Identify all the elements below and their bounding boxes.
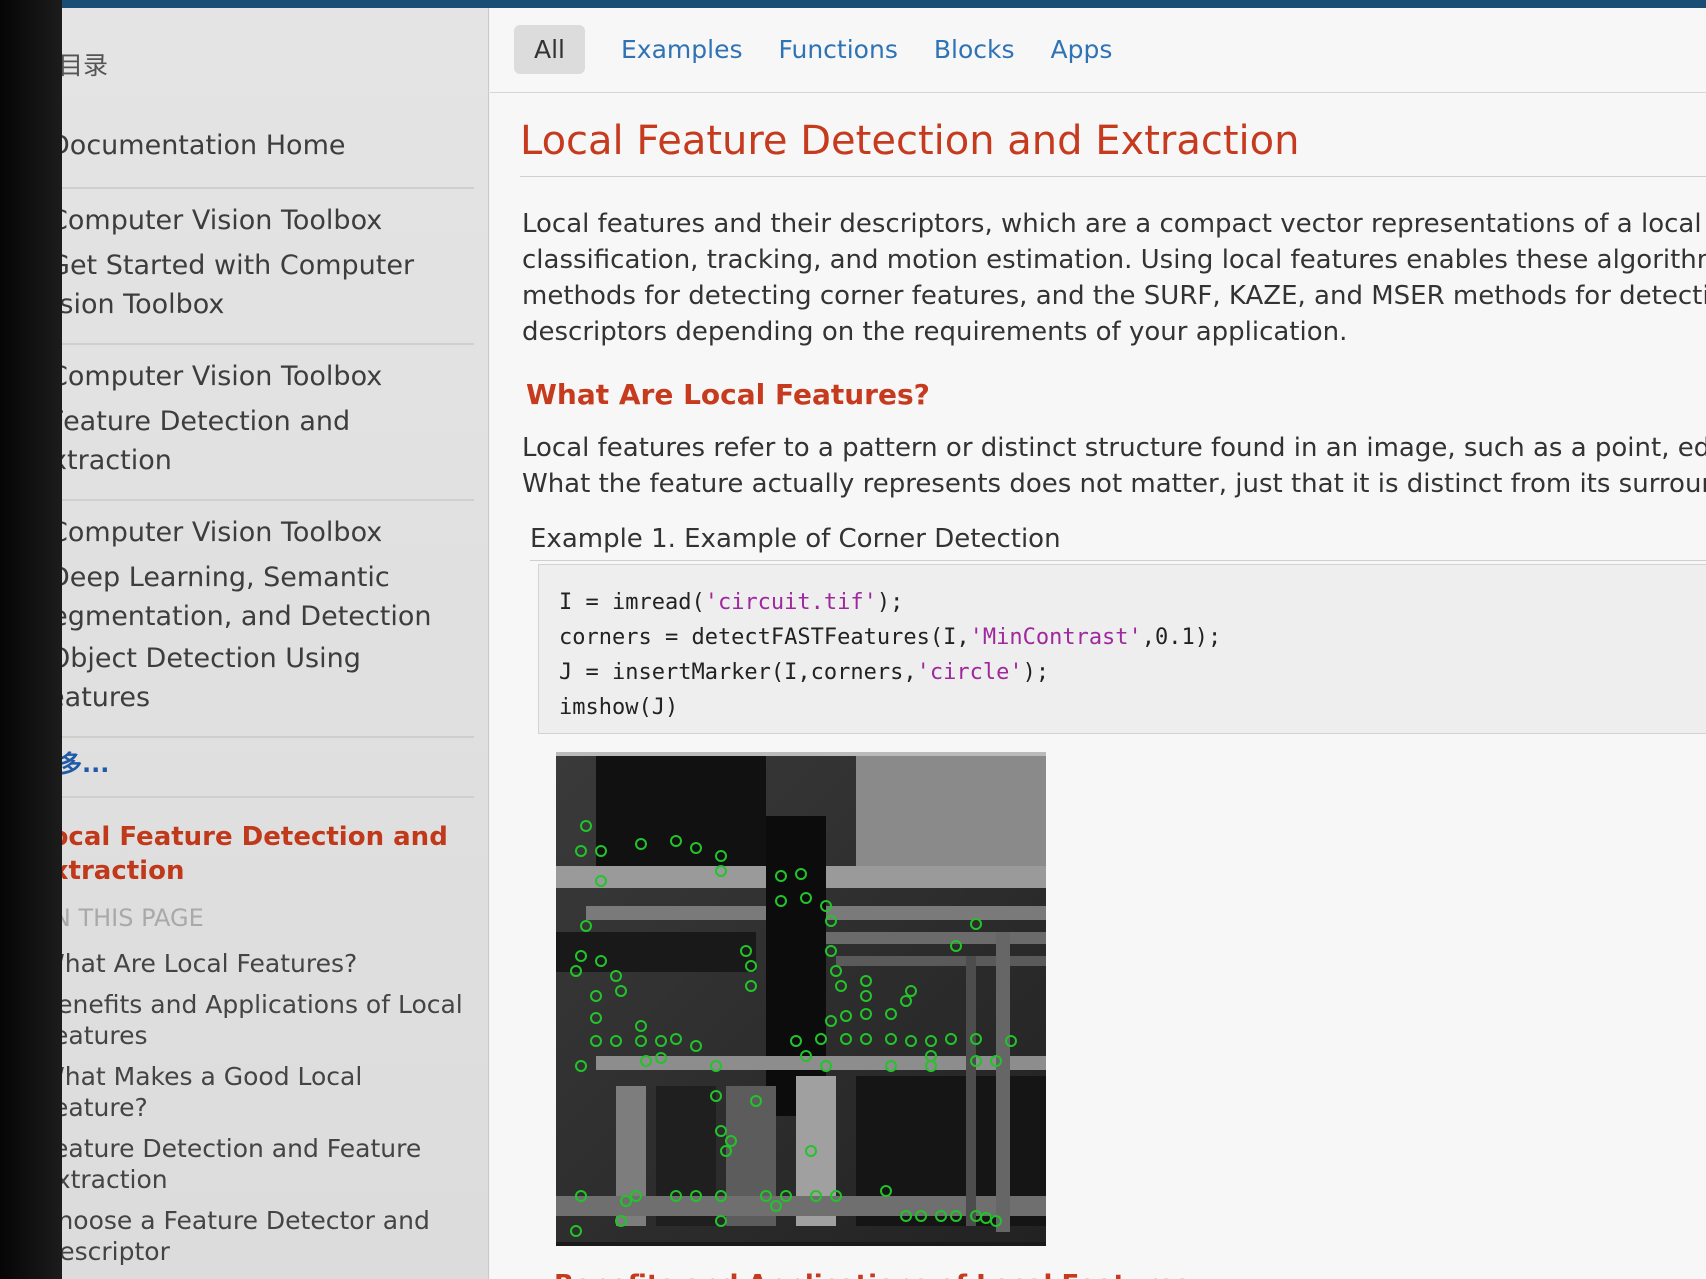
on-this-page-label: ON THIS PAGE: [34, 904, 204, 932]
toc-link-what-are-local-features[interactable]: What Are Local Features?: [40, 948, 474, 979]
section-paragraph: Local features refer to a pattern or dis…: [522, 430, 1706, 502]
code-text: I = imread(: [559, 590, 705, 615]
nav-link-documentation-home[interactable]: «Documentation Home: [34, 128, 474, 167]
code-text: ,0.1);: [1141, 625, 1222, 650]
toc-link-detection-extraction[interactable]: Feature Detection and Feature Extraction: [40, 1133, 474, 1195]
code-line: J = insertMarker(I,corners,'circle');: [559, 655, 1706, 690]
code-string: 'MinContrast': [969, 625, 1142, 650]
next-section-heading: Benefits and Applications of Local Featu…: [554, 1270, 1190, 1279]
nav-link-deep-learning[interactable]: «Deep Learning, Semantic Segmentation, a…: [34, 560, 474, 635]
code-text: );: [876, 590, 904, 615]
nav-link-object-detection[interactable]: «Object Detection Using Features: [34, 641, 474, 716]
code-string: 'circuit.tif': [704, 590, 877, 615]
toc-title: 目录: [58, 51, 109, 80]
search-filter-tabs: All Examples Functions Blocks Apps: [514, 18, 1112, 80]
nav-link-label: Computer Vision Toolbox: [49, 361, 383, 392]
section-line: What the feature actually represents doe…: [522, 469, 1706, 499]
code-string: 'circle': [916, 660, 1023, 685]
code-line: I = imread('circuit.tif');: [559, 585, 1706, 620]
toc-link-good-local-feature[interactable]: What Makes a Good Local Feature?: [40, 1061, 474, 1123]
nav-link-label: Computer Vision Toolbox: [49, 517, 383, 548]
tab-examples[interactable]: Examples: [621, 35, 742, 64]
main-content: All Examples Functions Blocks Apps Local…: [490, 8, 1706, 1279]
current-page-link[interactable]: Local Feature Detection and Extraction: [34, 820, 474, 888]
nav-link-computer-vision-toolbox[interactable]: «Computer Vision Toolbox: [34, 359, 474, 398]
page-title: Local Feature Detection and Extraction: [520, 118, 1300, 164]
example-divider: [530, 560, 1706, 561]
example-title[interactable]: Example 1. Example of Corner Detection: [530, 524, 1061, 554]
nav-link-label: Get Started with Computer Vision Toolbox: [34, 250, 415, 320]
code-text: );: [1022, 660, 1050, 685]
nav-group-feature-detection: «Computer Vision Toolbox «Feature Detect…: [34, 345, 474, 501]
code-text: J = insertMarker(I,corners,: [559, 660, 917, 685]
intro-line: Local features and their descriptors, wh…: [522, 209, 1706, 239]
code-text: corners = detectFASTFeatures(I,: [559, 625, 970, 650]
intro-paragraph: Local features and their descriptors, wh…: [522, 206, 1706, 350]
section-line: Local features refer to a pattern or dis…: [522, 433, 1706, 463]
intro-line: descriptors depending on the requirement…: [522, 317, 1348, 347]
tab-blocks[interactable]: Blocks: [934, 35, 1015, 64]
nav-group-home: «Documentation Home: [34, 114, 474, 189]
sidebar-nav: «Documentation Home «Computer Vision Too…: [34, 114, 474, 1277]
nav-group-deep-learning: «Computer Vision Toolbox «Deep Learning,…: [34, 501, 474, 738]
tabs-divider: [490, 92, 1706, 93]
nav-group-more: 更多...: [34, 738, 474, 798]
nav-group-get-started: «Computer Vision Toolbox «Get Started wi…: [34, 189, 474, 345]
code-line: imshow(J): [559, 695, 679, 720]
code-line: corners = detectFASTFeatures(I,'MinContr…: [559, 620, 1706, 655]
browser-screen: 目录 «Documentation Home «Computer Vision …: [0, 8, 1706, 1279]
section-heading: What Are Local Features?: [526, 378, 930, 411]
nav-link-computer-vision-toolbox[interactable]: «Computer Vision Toolbox: [34, 203, 474, 242]
tab-apps[interactable]: Apps: [1051, 35, 1113, 64]
intro-line: classification, tracking, and motion est…: [522, 245, 1706, 275]
toc-link-benefits-applications[interactable]: Benefits and Applications of Local Featu…: [40, 989, 474, 1051]
tab-functions[interactable]: Functions: [778, 35, 897, 64]
nav-link-label: Computer Vision Toolbox: [49, 205, 383, 236]
monitor-bezel: [0, 0, 62, 1279]
corner-detection-figure: [556, 752, 1046, 1246]
tab-all[interactable]: All: [514, 24, 585, 74]
nav-link-label: Documentation Home: [49, 130, 346, 161]
nav-link-feature-detection-extraction[interactable]: «Feature Detection and Extraction: [34, 404, 474, 479]
nav-link-label: Deep Learning, Semantic Segmentation, an…: [34, 562, 432, 632]
circuit-image: [556, 756, 1046, 1242]
sidebar-toc: 目录 «Documentation Home «Computer Vision …: [0, 8, 489, 1279]
more-link[interactable]: 更多...: [34, 746, 474, 782]
nav-link-label: Object Detection Using Features: [34, 643, 361, 713]
nav-link-get-started[interactable]: «Get Started with Computer Vision Toolbo…: [34, 248, 474, 323]
nav-link-label: Feature Detection and Extraction: [34, 406, 351, 476]
intro-line: methods for detecting corner features, a…: [522, 281, 1706, 311]
title-divider: [520, 176, 1706, 177]
code-block[interactable]: I = imread('circuit.tif'); corners = det…: [538, 564, 1706, 734]
toc-link-choose-detector[interactable]: Choose a Feature Detector and Descriptor: [40, 1205, 474, 1267]
nav-link-computer-vision-toolbox[interactable]: «Computer Vision Toolbox: [34, 515, 474, 554]
